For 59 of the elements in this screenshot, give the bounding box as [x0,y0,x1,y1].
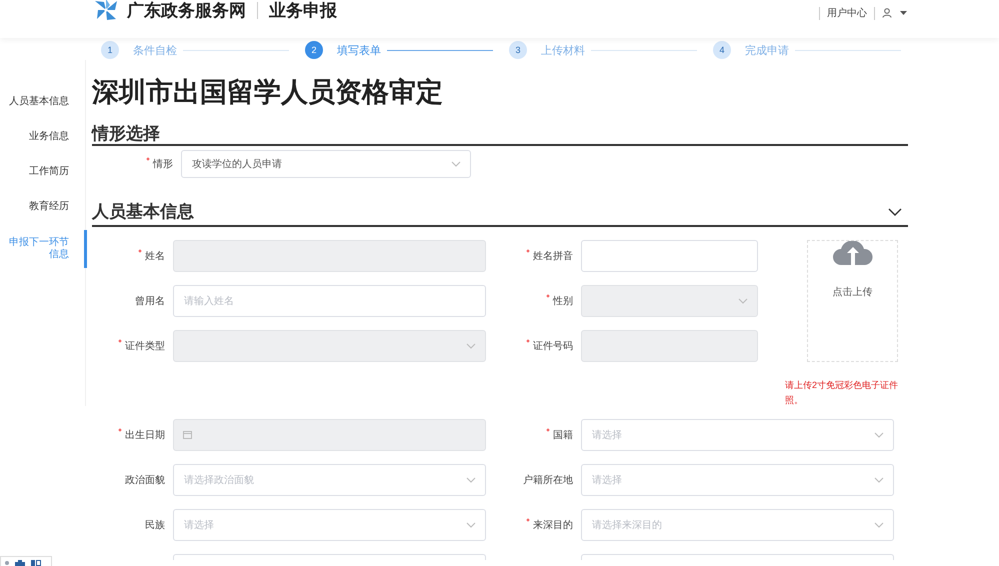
page-title: 深圳市出国留学人员资格审定 [92,76,444,108]
dot-icon[interactable] [5,561,9,565]
field-label: 姓名拼音 [526,249,573,263]
select-field[interactable]: 请选择政治面貌 [173,464,486,496]
user-icon[interactable] [882,8,892,18]
sidebar-item[interactable]: 业务信息 [2,131,87,143]
chevron-down-icon[interactable] [888,208,902,216]
chevron-down-icon [874,477,884,483]
field-label: 民族 [145,518,165,532]
select-field[interactable]: 请选择 [581,464,894,496]
select-field[interactable]: 请选择 [173,509,486,541]
input-field[interactable]: 请输入姓名 [173,285,486,317]
chevron-down-icon [451,161,461,167]
select-field[interactable]: 请选择来深目的 [581,509,894,541]
input-field[interactable] [173,554,486,560]
upload-label: 点击上传 [832,286,872,299]
field-label: 证件类型 [118,339,165,353]
section-title: 人员基本信息 [92,202,194,222]
logo-icon [93,0,119,22]
select-field[interactable]: 请选择 [581,419,894,451]
step-label: 条件自检 [133,44,177,58]
select-field[interactable]: 攻读学位的人员申请 [181,150,471,178]
field-label: 政治面貌 [125,474,165,487]
chevron-down-icon [466,343,476,349]
field-label: 曾用名 [135,295,165,308]
upload-box[interactable]: 点击上传 [807,240,898,362]
step-number: 4 [713,41,731,59]
field-label: 出生日期 [118,428,165,442]
sidebar-item[interactable]: 教育经历 [2,201,87,213]
sidebar-item[interactable]: 人员基本信息 [2,96,87,108]
field-label: 国籍 [546,428,573,442]
chevron-down-icon [466,477,476,483]
chevron-down-icon [874,432,884,438]
chevron-down-icon [466,522,476,528]
input-field[interactable] [581,240,758,272]
window-icon[interactable] [31,560,41,566]
input-field[interactable] [581,554,894,560]
field-label: 来深目的 [526,518,573,532]
field-label: 户籍所在地 [523,474,573,487]
section-title: 情形选择 [92,124,908,146]
step-number: 1 [101,41,119,59]
user-center-link[interactable]: 用户中心 [827,6,867,20]
field-label: 性别 [546,294,573,308]
step-number: 2 [305,41,323,59]
field-label: 证件号码 [526,339,573,353]
step-label: 填写表单 [337,44,381,58]
caret-icon[interactable] [900,11,907,15]
upload-hint: 请上传2寸免冠彩色电子证件照。 [785,379,900,406]
step-label: 完成申请 [745,44,789,58]
step-number: 3 [509,41,527,59]
chevron-down-icon [874,522,884,528]
section-name: 业务申报 [269,0,337,22]
sidebar-item[interactable]: 工作简历 [2,166,87,178]
step-label: 上传材料 [541,44,585,58]
chevron-down-icon [738,298,748,304]
site-name: 广东政务服务网 [127,0,246,22]
field-label: 情形 [146,157,173,171]
field-label: 姓名 [138,249,165,263]
upload-cloud-icon [832,241,872,265]
